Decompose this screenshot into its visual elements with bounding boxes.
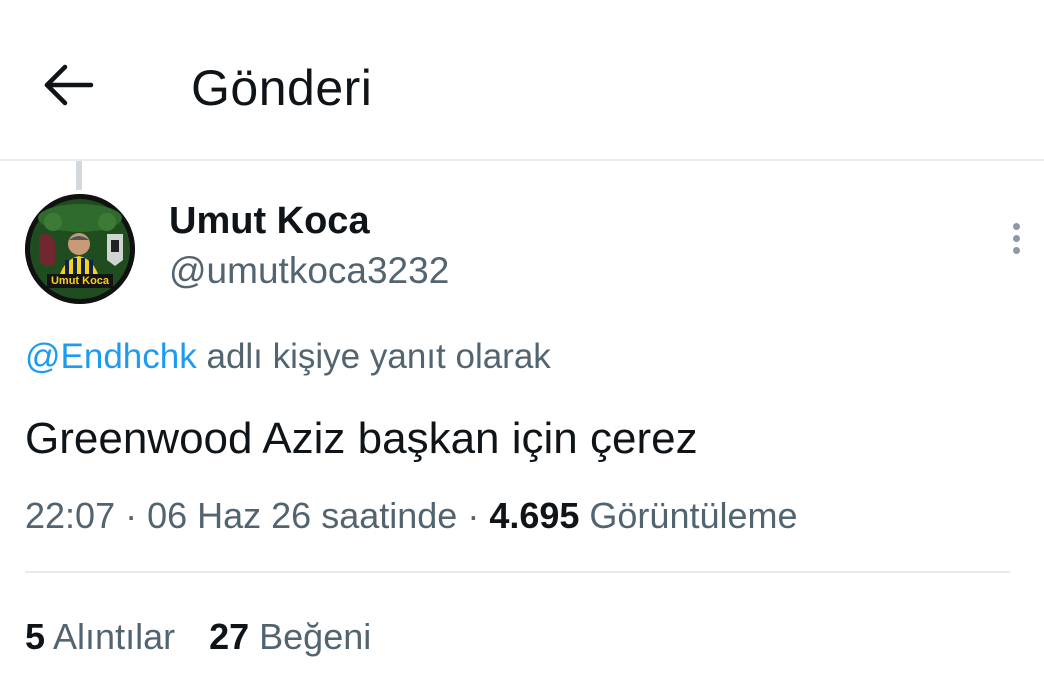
tweet-stats: 5 Alıntılar 27 Beğeni xyxy=(25,612,405,662)
back-button[interactable] xyxy=(30,50,108,120)
more-dot-icon xyxy=(1012,246,1020,254)
author-name[interactable]: Umut Koca xyxy=(169,196,370,246)
tweet-detail-page: Gönderi Umut Koca Umut Koca @umutkoca323… xyxy=(0,0,1044,675)
mention-link[interactable]: @Endhchk xyxy=(25,337,197,376)
more-options-button[interactable] xyxy=(998,214,1034,262)
meta-separator: · xyxy=(457,495,490,536)
tweet-text: Greenwood Aziz başkan için çerez xyxy=(25,414,698,463)
arrow-left-icon xyxy=(44,64,94,106)
views-label: Görüntüleme xyxy=(579,495,798,536)
header: Gönderi xyxy=(0,0,1044,161)
reply-context: @Endhchk adlı kişiye yanıt olarak xyxy=(25,333,551,381)
quotes-label: Alıntılar xyxy=(45,616,176,657)
more-dot-icon xyxy=(1012,222,1020,230)
quotes-stat[interactable]: 5 Alıntılar xyxy=(25,612,175,662)
tweet-meta: 22:07 · 06 Haz 26 saatinde · 4.695 Görün… xyxy=(25,491,798,541)
reply-suffix: adlı kişiye yanıt olarak xyxy=(196,337,551,376)
thread-connector-line xyxy=(76,161,82,190)
likes-stat[interactable]: 27 Beğeni xyxy=(209,612,371,662)
meta-separator: · xyxy=(115,495,148,536)
likes-label: Beğeni xyxy=(249,616,372,657)
tweet-time[interactable]: 22:07 xyxy=(25,495,115,536)
tweet-date[interactable]: 06 Haz 26 saatinde xyxy=(147,495,457,536)
more-dot-icon xyxy=(1012,234,1020,242)
avatar[interactable]: Umut Koca xyxy=(25,194,135,304)
author-handle[interactable]: @umutkoca3232 xyxy=(169,246,449,296)
likes-count: 27 xyxy=(209,616,250,657)
views-count: 4.695 xyxy=(489,495,580,536)
page-title: Gönderi xyxy=(191,60,373,116)
header-divider xyxy=(0,159,1044,161)
avatar-caption: Umut Koca xyxy=(50,275,110,287)
quotes-count: 5 xyxy=(25,616,46,657)
meta-divider xyxy=(25,571,1010,573)
